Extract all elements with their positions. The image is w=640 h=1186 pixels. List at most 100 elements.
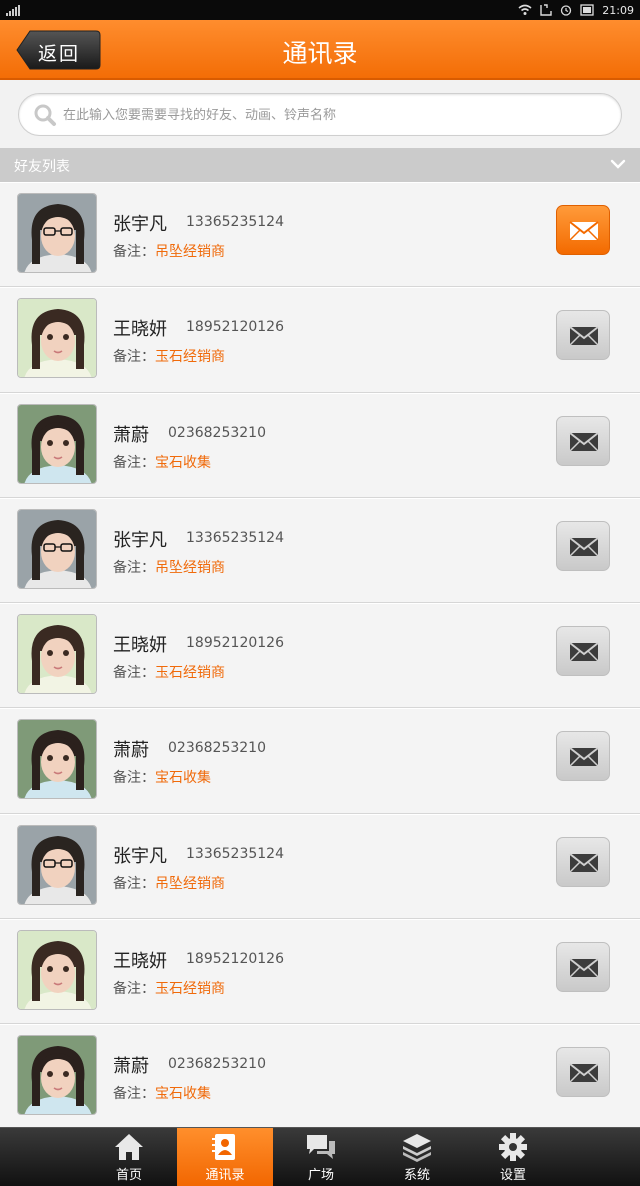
avatar (17, 614, 97, 695)
note-label: 备注： (113, 665, 155, 682)
alarm-icon (561, 5, 572, 16)
note-label: 备注： (113, 1086, 155, 1103)
search-box[interactable] (18, 93, 622, 136)
contact-row[interactable]: 萧蔚 02368253210 备注：宝石收集 (0, 392, 640, 498)
message-button[interactable] (556, 731, 610, 782)
tab-label: 首页 (115, 1168, 142, 1183)
tab-layers[interactable]: 系统 (369, 1128, 465, 1186)
avatar (17, 193, 97, 273)
contact-note: 备注：玉石经销商 (113, 978, 225, 998)
message-button[interactable] (556, 836, 610, 887)
chevron-down-icon (610, 159, 626, 169)
contact-row[interactable]: 张宇凡 13365235124 备注：吊坠经销商 (0, 497, 640, 604)
avatar (17, 930, 97, 1011)
contact-note: 备注：玉石经销商 (113, 662, 225, 682)
section-title: 好友列表 (14, 159, 70, 175)
contact-name: 王晓妍 (113, 319, 167, 341)
tab-label: 系统 (403, 1168, 430, 1183)
signal-icon (6, 5, 20, 16)
download-icon (540, 4, 552, 16)
contact-phone: 13365235124 (186, 529, 284, 546)
tab-contacts[interactable]: 通讯录 (177, 1128, 273, 1186)
message-button[interactable] (556, 205, 610, 255)
tab-label: 设置 (499, 1168, 526, 1183)
avatar (17, 298, 97, 379)
contact-note: 备注：吊坠经销商 (113, 557, 225, 577)
note-value: 玉石经销商 (155, 665, 225, 682)
contacts-icon (209, 1132, 241, 1162)
note-value: 吊坠经销商 (155, 559, 225, 576)
tab-gear[interactable]: 设置 (465, 1128, 561, 1186)
contact-name: 张宇凡 (113, 529, 167, 551)
note-value: 宝石收集 (155, 770, 211, 787)
tab-label: 通讯录 (205, 1168, 245, 1183)
note-label: 备注： (113, 770, 155, 787)
bottom-tab-bar: 首页 通讯录 广场 系统 设置 (0, 1127, 640, 1186)
note-value: 吊坠经销商 (155, 244, 225, 260)
avatar (17, 824, 97, 905)
message-button[interactable] (556, 415, 610, 466)
note-value: 吊坠经销商 (155, 875, 225, 892)
contact-note: 备注：吊坠经销商 (113, 873, 225, 893)
contact-note: 备注：玉石经销商 (113, 346, 225, 366)
note-label: 备注： (113, 981, 155, 998)
note-value: 宝石收集 (155, 454, 211, 471)
tab-home[interactable]: 首页 (81, 1128, 177, 1186)
contact-name: 张宇凡 (113, 845, 167, 867)
contact-name: 王晓妍 (113, 951, 167, 973)
contact-phone: 18952120126 (186, 319, 284, 336)
note-label: 备注： (113, 875, 155, 892)
message-button[interactable] (556, 520, 610, 571)
message-button[interactable] (556, 942, 610, 993)
contact-phone: 18952120126 (186, 635, 284, 652)
note-label: 备注： (113, 244, 155, 260)
contact-name: 萧蔚 (113, 424, 149, 446)
contact-row[interactable]: 王晓妍 18952120126 备注：玉石经销商 (0, 603, 640, 709)
contact-row[interactable]: 张宇凡 13365235124 备注：吊坠经销商 (0, 813, 640, 920)
contact-name: 萧蔚 (113, 740, 149, 762)
header-bar: 返回 通讯录 (0, 20, 640, 80)
avatar (17, 1035, 97, 1116)
message-button[interactable] (556, 1047, 610, 1098)
contact-note: 备注：宝石收集 (113, 767, 211, 787)
friends-section-header[interactable]: 好友列表 (0, 148, 640, 182)
gear-icon (497, 1132, 529, 1162)
note-value: 玉石经销商 (155, 981, 225, 998)
contact-row[interactable]: 萧蔚 02368253210 备注：宝石收集 (0, 708, 640, 814)
status-bar: 21:09 (0, 0, 640, 20)
contact-phone: 02368253210 (168, 1056, 266, 1073)
search-area (0, 80, 640, 148)
layers-icon (401, 1132, 433, 1162)
contact-row[interactable]: 王晓妍 18952120126 备注：玉石经销商 (0, 919, 640, 1025)
note-value: 玉石经销商 (155, 349, 225, 366)
chat-bubbles-icon (305, 1132, 337, 1162)
search-input[interactable] (63, 102, 603, 128)
home-icon (113, 1132, 145, 1162)
contact-row[interactable]: 张宇凡 13365235124 备注：吊坠经销商 (0, 182, 640, 288)
contact-name: 萧蔚 (113, 1056, 149, 1078)
contact-name: 王晓妍 (113, 635, 167, 657)
tab-chat-bubbles[interactable]: 广场 (273, 1128, 369, 1186)
contact-row[interactable]: 王晓妍 18952120126 备注：玉石经销商 (0, 287, 640, 393)
contact-phone: 13365235124 (186, 845, 284, 862)
note-label: 备注： (113, 454, 155, 471)
contact-name: 张宇凡 (113, 214, 167, 235)
contact-phone: 18952120126 (186, 951, 284, 968)
page-title: 通讯录 (282, 39, 358, 68)
contact-note: 备注：吊坠经销商 (113, 241, 225, 261)
contact-phone: 02368253210 (168, 424, 266, 441)
contact-note: 备注：宝石收集 (113, 452, 211, 472)
search-icon (34, 104, 56, 126)
wifi-icon (518, 4, 532, 15)
avatar (17, 508, 97, 589)
contact-row[interactable]: 萧蔚 02368253210 备注：宝石收集 (0, 1024, 640, 1130)
status-time: 21:09 (602, 3, 634, 17)
note-value: 宝石收集 (155, 1086, 211, 1103)
note-label: 备注： (113, 559, 155, 576)
tab-label: 广场 (307, 1168, 334, 1183)
message-button[interactable] (556, 310, 610, 361)
message-button[interactable] (556, 626, 610, 677)
avatar (17, 403, 97, 484)
avatar (17, 719, 97, 800)
note-label: 备注： (113, 349, 155, 366)
